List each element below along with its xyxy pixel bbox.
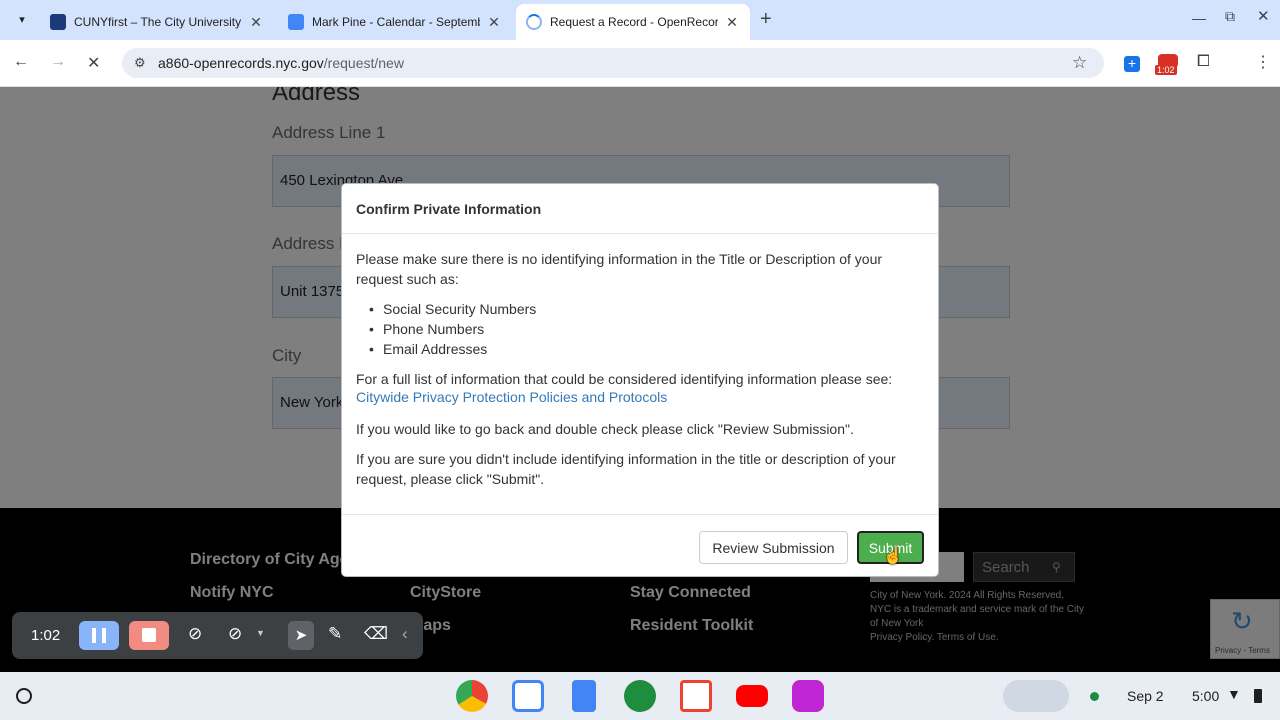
stop-loading-icon[interactable]: ✕: [87, 53, 100, 73]
modal-footer: Review Submission Submit ☝: [342, 514, 938, 578]
tab-title: Request a Record - OpenRecord: [550, 15, 718, 29]
cuny-favicon-icon: [50, 14, 66, 30]
tab-calendar[interactable]: Mark Pine - Calendar - Septemb ✕: [278, 4, 512, 40]
tab-request-record[interactable]: Request a Record - OpenRecord ✕: [516, 4, 750, 40]
shelf-time[interactable]: 5:00: [1192, 688, 1219, 704]
privacy-policy-link[interactable]: Citywide Privacy Protection Policies and…: [356, 389, 667, 405]
modal-header: Confirm Private Information: [342, 184, 938, 234]
new-tab-button[interactable]: +: [760, 8, 772, 31]
mic-off-icon[interactable]: ⊘: [228, 624, 242, 644]
chrome-icon[interactable]: [456, 680, 488, 712]
extension-plus-icon[interactable]: +: [1124, 56, 1140, 72]
loading-spinner-icon: [526, 14, 542, 30]
screencast-app-icon[interactable]: [792, 680, 824, 712]
forward-icon[interactable]: →: [50, 53, 66, 71]
modal-intro-text: Please make sure there is no identifying…: [356, 251, 883, 287]
tab-title: CUNYfirst – The City University: [74, 15, 242, 29]
pause-button[interactable]: [79, 621, 119, 650]
maximize-icon[interactable]: ⧉: [1225, 8, 1235, 25]
back-icon[interactable]: ←: [13, 53, 29, 71]
close-icon[interactable]: ✕: [724, 14, 740, 31]
extension-badge: 1:02: [1155, 65, 1177, 75]
url-text[interactable]: a860-openrecords.nyc.gov/request/new: [158, 55, 404, 71]
modal-sure-text: If you are sure you didn't include ident…: [356, 451, 896, 487]
status-dot-icon: [1090, 692, 1099, 701]
classroom-app-icon[interactable]: [624, 680, 656, 712]
stop-icon: [142, 628, 156, 642]
url-path: /request/new: [323, 55, 404, 71]
tab-strip: ▾ CUNYfirst – The City University ✕ Mark…: [0, 0, 1280, 40]
mouse-cursor-icon: ☝: [883, 548, 903, 565]
collapse-icon[interactable]: ‹: [402, 624, 408, 644]
tab-search-icon[interactable]: ▾: [12, 10, 32, 30]
bullet-ssn: Social Security Numbers: [369, 301, 536, 317]
battery-icon: [1254, 689, 1262, 703]
pause-icon: [92, 628, 106, 643]
mic-dropdown-icon[interactable]: ▼: [256, 628, 265, 638]
site-info-icon[interactable]: ⚙: [134, 55, 146, 71]
more-menu-icon[interactable]: ⋮: [1255, 52, 1271, 72]
close-icon[interactable]: ✕: [248, 14, 264, 31]
tote-icon[interactable]: [1003, 680, 1069, 712]
minimize-icon[interactable]: —: [1192, 10, 1206, 26]
modal-go-back-text: If you would like to go back and double …: [356, 421, 854, 437]
url-host: a860-openrecords.nyc.gov: [158, 55, 324, 71]
camera-off-icon[interactable]: ⊘: [188, 624, 202, 644]
bullet-email: Email Addresses: [369, 341, 487, 357]
modal-title: Confirm Private Information: [356, 201, 542, 217]
screen-recorder-toolbar: 1:02 ⊘ ⊘ ▼ ➤ ✎ ⌫ ‹: [12, 612, 423, 659]
gmail-app-icon[interactable]: [680, 680, 712, 712]
review-submission-button[interactable]: Review Submission: [699, 531, 848, 564]
bookmark-star-icon[interactable]: ☆: [1072, 53, 1087, 73]
extensions-puzzle-icon[interactable]: ⧠: [1197, 53, 1210, 71]
youtube-app-icon[interactable]: [736, 685, 768, 707]
pen-tool-icon[interactable]: ✎: [328, 624, 342, 644]
wifi-icon: ▼: [1227, 686, 1241, 702]
tab-cunyfirst[interactable]: CUNYfirst – The City University ✕: [40, 4, 274, 40]
close-window-icon[interactable]: ✕: [1257, 7, 1270, 25]
eraser-tool-icon[interactable]: ⌫: [364, 624, 388, 644]
launcher-icon[interactable]: [16, 688, 32, 704]
docs-app-icon[interactable]: [572, 680, 596, 712]
calendar-favicon-icon: [288, 14, 304, 30]
recording-timer: 1:02: [31, 627, 61, 644]
shelf-date[interactable]: Sep 2: [1127, 688, 1164, 704]
browser-toolbar: ← → ✕ ⚙ a860-openrecords.nyc.gov/request…: [0, 40, 1280, 87]
calendar-app-icon[interactable]: [512, 680, 544, 712]
pointer-tool-icon[interactable]: ➤: [288, 621, 314, 650]
bullet-phone: Phone Numbers: [369, 321, 484, 337]
confirm-private-info-modal: Confirm Private Information Please make …: [341, 183, 939, 577]
tab-title: Mark Pine - Calendar - Septemb: [312, 15, 480, 29]
address-bar[interactable]: ⚙ a860-openrecords.nyc.gov/request/new ☆: [122, 48, 1104, 78]
close-icon[interactable]: ✕: [486, 14, 502, 31]
stop-button[interactable]: [129, 621, 169, 650]
modal-full-list-text: For a full list of information that coul…: [356, 371, 893, 387]
